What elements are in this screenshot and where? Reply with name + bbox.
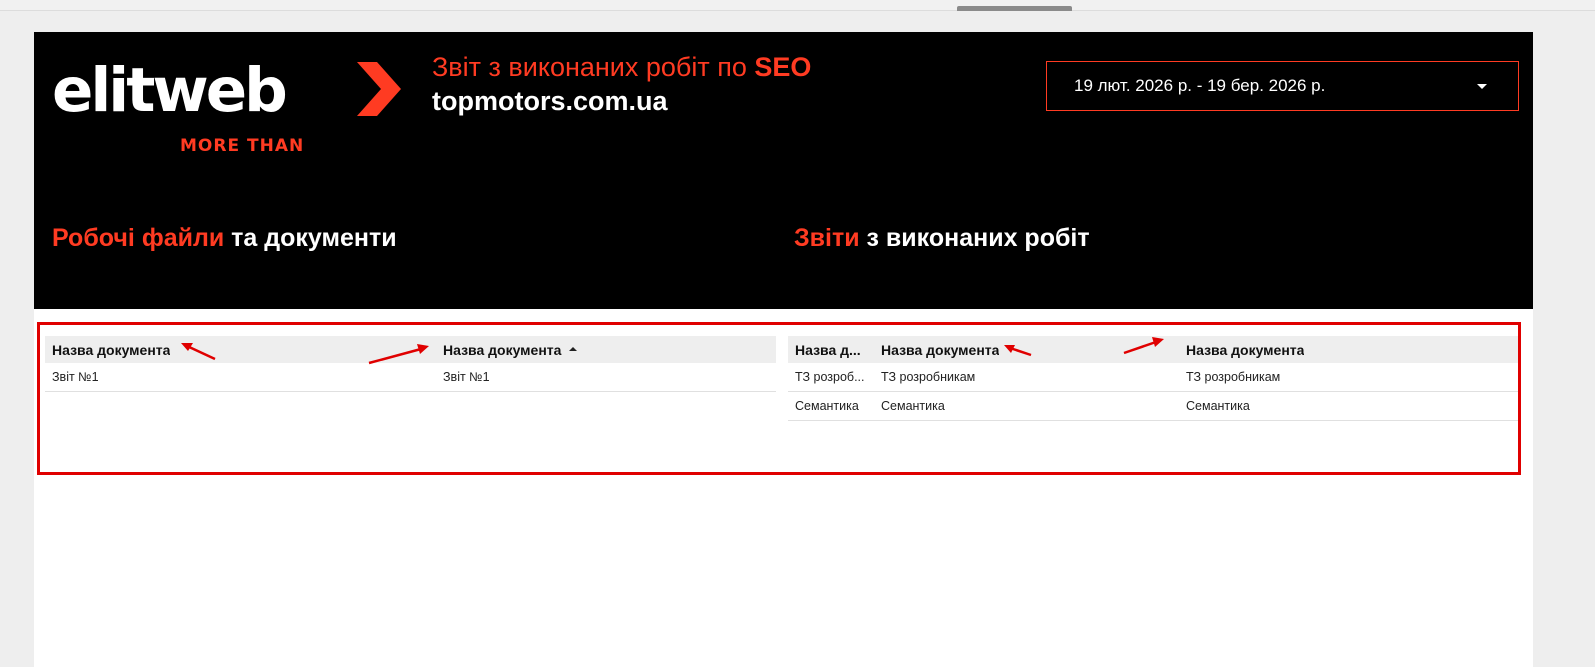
logo-wordmark: elitweb bbox=[52, 55, 288, 126]
section-title-reports-rest: з виконаних робіт bbox=[859, 224, 1090, 252]
annotation-arrow-icon bbox=[181, 343, 216, 361]
browser-top-bar bbox=[0, 0, 1595, 11]
site-domain: topmotors.com.ua bbox=[432, 86, 668, 116]
section-title-files: Робочі файли та документи bbox=[52, 224, 397, 253]
report-title-bold: SEO bbox=[754, 52, 812, 82]
annotation-highlight-box bbox=[37, 322, 1521, 475]
section-title-reports-accent: Звіти bbox=[794, 224, 860, 252]
caret-down-icon[interactable] bbox=[1477, 84, 1487, 89]
section-title-files-accent: Робочі файли bbox=[52, 224, 225, 252]
section-title-files-rest: та документи bbox=[224, 224, 397, 252]
annotation-arrow-icon bbox=[1123, 337, 1164, 355]
report-page: elitweb MORE THAN Звіт з виконаних робіт… bbox=[34, 32, 1533, 667]
report-title-prefix: Звіт з виконаних робіт по bbox=[432, 52, 755, 82]
report-header: elitweb MORE THAN Звіт з виконаних робіт… bbox=[34, 32, 1533, 309]
active-tab-indicator[interactable] bbox=[957, 6, 1072, 11]
logo-tagline: MORE THAN bbox=[180, 136, 305, 156]
section-title-reports: Звіти з виконаних робіт bbox=[794, 224, 1090, 253]
date-range-picker[interactable]: 19 лют. 2026 р. - 19 бер. 2026 р. bbox=[1046, 61, 1519, 111]
report-title: Звіт з виконаних робіт по SEO bbox=[432, 52, 811, 83]
date-range-value: 19 лют. 2026 р. - 19 бер. 2026 р. bbox=[1074, 76, 1326, 95]
annotation-arrow-icon bbox=[1004, 345, 1032, 357]
brand-logo: elitweb MORE THAN bbox=[52, 54, 412, 164]
logo-chevron-icon bbox=[357, 62, 401, 116]
annotation-arrow-icon bbox=[368, 344, 429, 365]
